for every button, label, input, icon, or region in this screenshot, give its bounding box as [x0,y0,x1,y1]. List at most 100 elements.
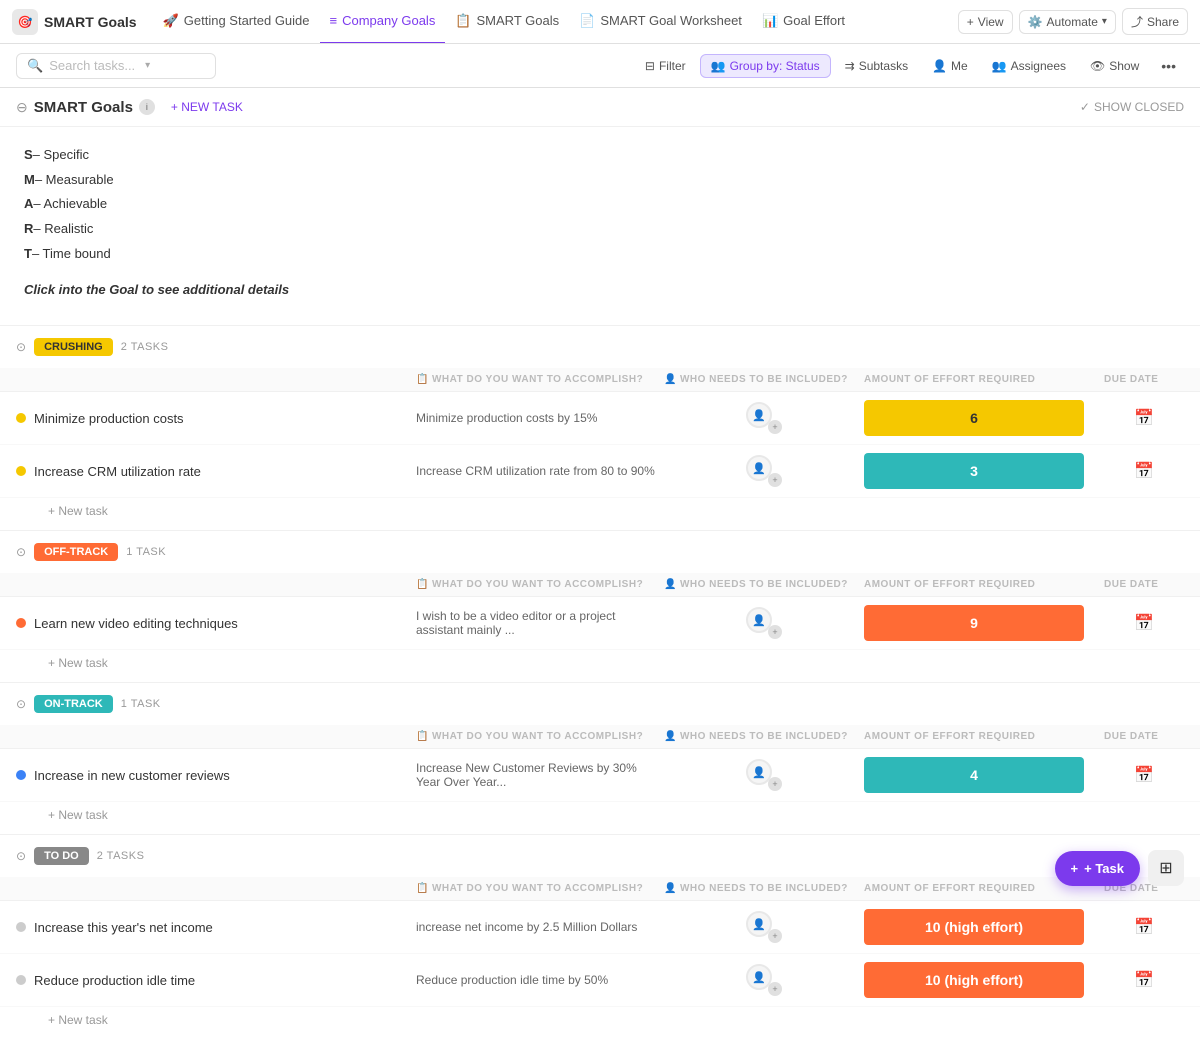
list-collapse-btn[interactable]: ⊖ [16,99,28,116]
avatar-add[interactable]: + [768,982,782,996]
col-headers: 📋WHAT DO YOU WANT TO ACCOMPLISH? 👤WHO NE… [0,573,1200,597]
group-collapse-icon[interactable]: ⊙ [16,849,26,863]
col-headers: 📋WHAT DO YOU WANT TO ACCOMPLISH? 👤WHO NE… [0,368,1200,392]
new-task-row[interactable]: + New task [0,1007,1200,1039]
due-date-cell[interactable]: 📅 [1104,613,1184,633]
app-logo[interactable]: 🎯 SMART Goals [12,9,153,35]
avatar-add[interactable]: + [768,625,782,639]
smart-description: – Time bound [32,246,111,261]
group-badge: CRUSHING [34,338,113,356]
info-icon[interactable]: i [139,99,155,115]
group-header-on-track: ⊙ ON-TRACK 1 TASK [0,682,1200,725]
smart-item: M– Measurable [24,168,1176,193]
group-collapse-icon[interactable]: ⊙ [16,697,26,711]
show-btn[interactable]: 👁 Show [1080,55,1149,77]
avatar-add[interactable]: + [768,420,782,434]
task-name-cell: Reduce production idle time [16,973,416,988]
col-due-date: DUE DATE [1104,374,1184,385]
group-header-off-track: ⊙ OFF-TRACK 1 TASK [0,530,1200,573]
task-name-cell: Learn new video editing techniques [16,616,416,631]
chevron-icon: ▾ [1102,16,1107,27]
nav-share-btn[interactable]: ⤴ Share [1122,8,1188,35]
group-icon: 👥 [711,59,726,73]
new-task-btn[interactable]: + NEW TASK [165,98,249,116]
effort-bar[interactable]: 6 [864,400,1084,436]
nav-tab-getting-started[interactable]: 🚀Getting Started Guide [153,0,320,44]
subtasks-btn[interactable]: ⇉ Subtasks [835,55,918,77]
me-btn[interactable]: 👤 Me [922,55,978,77]
avatar-add[interactable]: + [768,929,782,943]
assignees-icon: 👥 [992,59,1007,73]
assignees-label: Assignees [1011,59,1066,73]
effort-cell: 6 [864,400,1104,436]
nav-tab-smart-goal-worksheet[interactable]: 📄SMART Goal Worksheet [569,0,752,44]
due-date-cell[interactable]: 📅 [1104,917,1184,937]
me-icon: 👤 [932,59,947,73]
col-headers: 📋WHAT DO YOU WANT TO ACCOMPLISH? 👤WHO NE… [0,877,1200,901]
effort-bar[interactable]: 3 [864,453,1084,489]
tab-label: Company Goals [342,13,435,28]
col-accomplish: 📋WHAT DO YOU WANT TO ACCOMPLISH? [416,374,664,385]
group-by-btn[interactable]: 👥 Group by: Status [700,54,831,78]
add-task-fab[interactable]: + + Task [1055,851,1140,886]
task-name[interactable]: Increase this year's net income [34,920,213,935]
grid-view-icon[interactable]: ⊞ [1148,850,1184,886]
task-dot [16,466,26,476]
effort-bar[interactable]: 10 (high effort) [864,962,1084,998]
filter-icon: ⊟ [645,59,655,73]
group-badge: TO DO [34,847,89,865]
nav-tab-company-goals[interactable]: ≡Company Goals [320,0,446,44]
avatar-add[interactable]: + [768,777,782,791]
more-btn[interactable]: ••• [1153,54,1184,78]
nav-view-btn[interactable]: + View [958,10,1013,34]
task-name[interactable]: Increase in new customer reviews [34,768,230,783]
task-included-cell: 👤 + [664,964,864,996]
list-title: SMART Goals [34,99,133,116]
col-included: 👤WHO NEEDS TO BE INCLUDED? [664,883,864,894]
group-collapse-icon[interactable]: ⊙ [16,545,26,559]
due-date-cell[interactable]: 📅 [1104,461,1184,481]
nav-automate-btn[interactable]: ⚙️ Automate ▾ [1019,10,1116,34]
avatar-add[interactable]: + [768,473,782,487]
due-date-cell[interactable]: 📅 [1104,765,1184,785]
group-badge: OFF-TRACK [34,543,118,561]
search-dropdown-icon: ▾ [145,60,150,71]
new-task-row[interactable]: + New task [0,498,1200,530]
filter-btn[interactable]: ⊟ Filter [635,55,696,77]
assignees-btn[interactable]: 👥 Assignees [982,55,1076,77]
due-date-cell[interactable]: 📅 [1104,970,1184,990]
show-label: Show [1109,59,1139,73]
due-date-cell[interactable]: 📅 [1104,408,1184,428]
toolbar: 🔍 Search tasks... ▾ ⊟ Filter 👥 Group by:… [0,44,1200,88]
show-icon: 👁 [1090,59,1105,73]
tab-label: SMART Goals [477,13,560,28]
new-task-row[interactable]: + New task [0,650,1200,682]
task-name-cell: Increase CRM utilization rate [16,464,416,479]
effort-bar[interactable]: 4 [864,757,1084,793]
task-name[interactable]: Increase CRM utilization rate [34,464,201,479]
new-task-row[interactable]: + New task [0,802,1200,834]
tab-icon: 📄 [579,13,595,29]
nav-tab-smart-goals[interactable]: 📋SMART Goals [445,0,569,44]
effort-bar[interactable]: 10 (high effort) [864,909,1084,945]
share-label: Share [1147,15,1179,29]
task-name[interactable]: Learn new video editing techniques [34,616,238,631]
task-included-cell: 👤 + [664,455,864,487]
nav-tab-goal-effort[interactable]: 📊Goal Effort [752,0,855,44]
task-name[interactable]: Minimize production costs [34,411,184,426]
task-name-cell: Increase this year's net income [16,920,416,935]
task-name[interactable]: Reduce production idle time [34,973,195,988]
group-collapse-icon[interactable]: ⊙ [16,340,26,354]
effort-bar[interactable]: 9 [864,605,1084,641]
top-nav: 🎯 SMART Goals 🚀Getting Started Guide≡Com… [0,0,1200,44]
smart-description: – Realistic [33,221,93,236]
search-box[interactable]: 🔍 Search tasks... ▾ [16,53,216,79]
show-closed-btn[interactable]: ✓ SHOW CLOSED [1080,100,1184,114]
task-row: Minimize production costs Minimize produ… [0,392,1200,445]
smart-click-text: Click into the Goal to see additional de… [24,282,1176,297]
task-row: Increase CRM utilization rate Increase C… [0,445,1200,498]
col-effort: AMOUNT OF EFFORT REQUIRED [864,731,1104,742]
groups-container: ⊙ CRUSHING 2 TASKS 📋WHAT DO YOU WANT TO … [0,325,1200,1039]
task-name-cell: Increase in new customer reviews [16,768,416,783]
col-included: 👤WHO NEEDS TO BE INCLUDED? [664,731,864,742]
